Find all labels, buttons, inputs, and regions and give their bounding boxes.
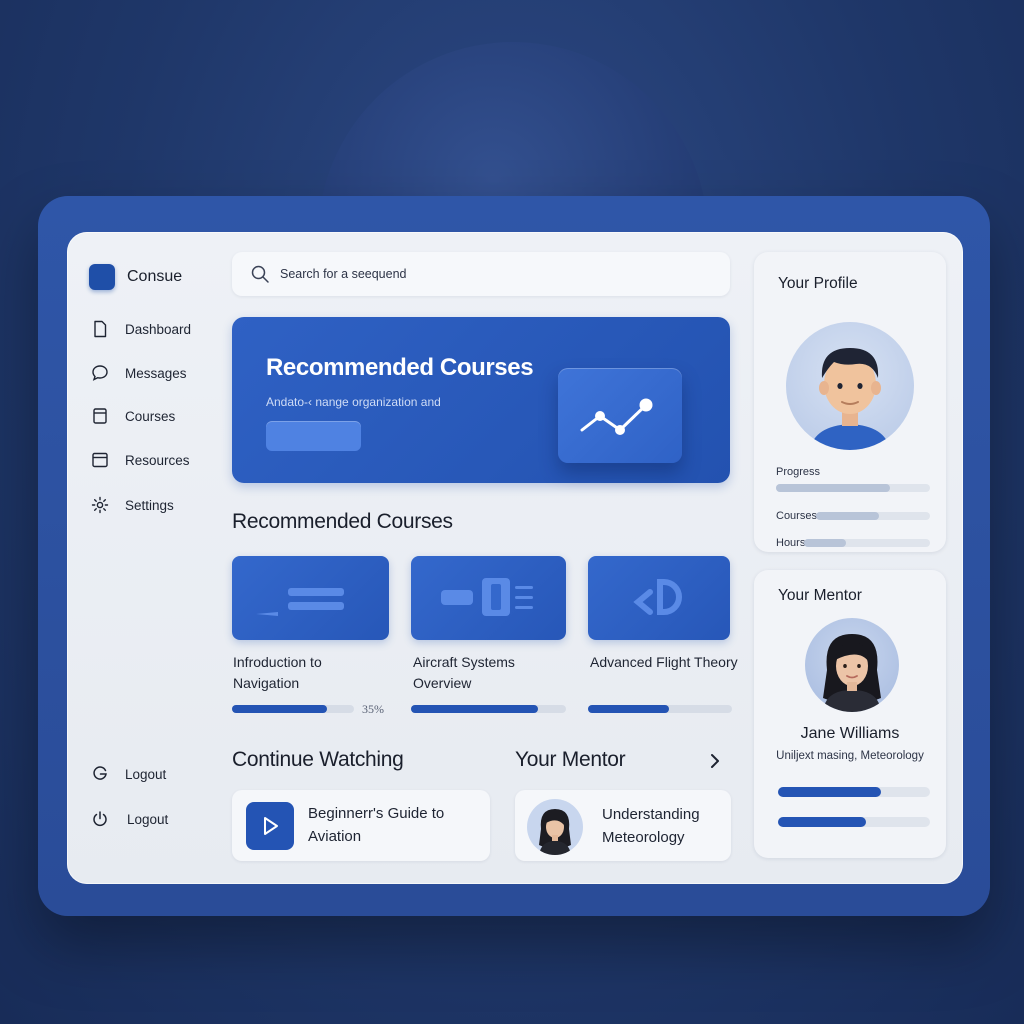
mentor-progress-bar — [778, 817, 930, 827]
mentor-name: Jane Williams — [800, 725, 900, 742]
mentor-panel: Your Mentor Jane Williams Uniljext masin… — [754, 570, 946, 858]
profile-title: Your Profile — [778, 275, 858, 292]
play-icon[interactable] — [246, 802, 294, 850]
hero-button[interactable] — [266, 421, 361, 451]
course-thumbnail[interactable] — [232, 556, 389, 640]
sidebar-item-label: Logout — [125, 766, 167, 782]
document-icon — [94, 320, 107, 338]
sidebar-item-label: Courses — [125, 408, 176, 424]
stat-label: Hours — [776, 537, 806, 549]
sidebar-item-settings[interactable]: Settings — [91, 496, 174, 514]
mentor-lesson-title: Understanding Meteorology — [602, 806, 700, 846]
mentor-panel-title: Your Mentor — [778, 587, 862, 604]
sidebar-item-courses[interactable]: Courses — [91, 407, 175, 425]
sidebar-item-label: Dashboard — [125, 321, 192, 337]
continue-watching-card[interactable]: Beginnerr's Guide to Aviation — [232, 790, 490, 861]
sidebar-item-messages[interactable]: Messages — [91, 364, 187, 382]
section-title-recommended: Recommended Courses — [232, 510, 453, 533]
avatar[interactable] — [786, 322, 914, 450]
stat-label: Courses — [776, 510, 817, 522]
sidebar-item-label: Messages — [125, 365, 187, 381]
line-chart-icon — [558, 368, 682, 463]
course-progress-bar — [232, 705, 354, 713]
continue-item-title: Beginnerr's Guide to Aviation — [308, 805, 445, 845]
hero-subtitle: Andato-‹ nange organization and — [266, 395, 441, 409]
g-logo-icon — [93, 766, 107, 780]
sidebar-item-label: Logout — [127, 811, 169, 827]
chevron-right-icon[interactable] — [707, 751, 723, 771]
profile-panel: Your Profile Progress Courses Hours — [754, 252, 946, 552]
hero-title: Recommended Courses — [266, 354, 534, 381]
avatar — [527, 799, 583, 855]
avatar[interactable] — [805, 618, 899, 712]
search-placeholder: Search for a seequend — [280, 267, 407, 281]
stat-progress-bar — [776, 484, 930, 492]
stat-progress-bar — [804, 539, 930, 547]
course-progress-bar — [411, 705, 566, 713]
brand-name: Consue — [127, 268, 183, 285]
section-title-continue: Continue Watching — [232, 748, 404, 771]
book-icon — [93, 408, 107, 424]
course-progress-label: 35% — [362, 702, 384, 716]
course-thumbnail[interactable] — [411, 556, 566, 640]
power-icon — [93, 811, 107, 827]
brand-logo-icon — [89, 264, 115, 290]
sidebar-item-resources[interactable]: Resources — [91, 451, 190, 469]
chat-bubble-icon — [92, 365, 108, 381]
sidebar-item-label: Resources — [125, 452, 190, 468]
section-title-mentor: Your Mentor — [515, 748, 626, 771]
search-input[interactable]: Search for a seequend — [232, 252, 730, 296]
course-title[interactable]: Advanced Flight Theory — [590, 652, 740, 673]
folder-icon — [92, 452, 108, 468]
sidebar-item-logout-2[interactable]: Logout — [91, 810, 168, 828]
stat-label: Progress — [776, 466, 821, 478]
course-thumbnail[interactable] — [588, 556, 730, 640]
stat-progress-bar — [816, 512, 930, 520]
course-title[interactable]: Infroduction to Navigation — [233, 652, 383, 694]
sidebar-item-logout-1[interactable]: Logout — [91, 765, 166, 783]
search-icon — [251, 265, 269, 283]
sidebar-item-dashboard[interactable]: Dashboard — [91, 320, 191, 338]
app-screen: Consue Dashboard Messages Courses Resour… — [67, 232, 963, 884]
mentor-progress-bar — [778, 787, 930, 797]
sidebar-item-label: Settings — [125, 497, 174, 513]
course-progress-bar — [588, 705, 732, 713]
gear-icon — [91, 496, 109, 514]
mentor-subtitle: Uniljext masing, Meteorology — [776, 750, 924, 762]
hero-banner[interactable]: Recommended Courses Andato-‹ nange organ… — [232, 317, 730, 483]
course-title[interactable]: Aircraft Systems Overview — [413, 652, 563, 694]
brand[interactable]: Consue — [89, 264, 182, 290]
mentor-lesson-card[interactable]: Understanding Meteorology — [515, 790, 731, 861]
